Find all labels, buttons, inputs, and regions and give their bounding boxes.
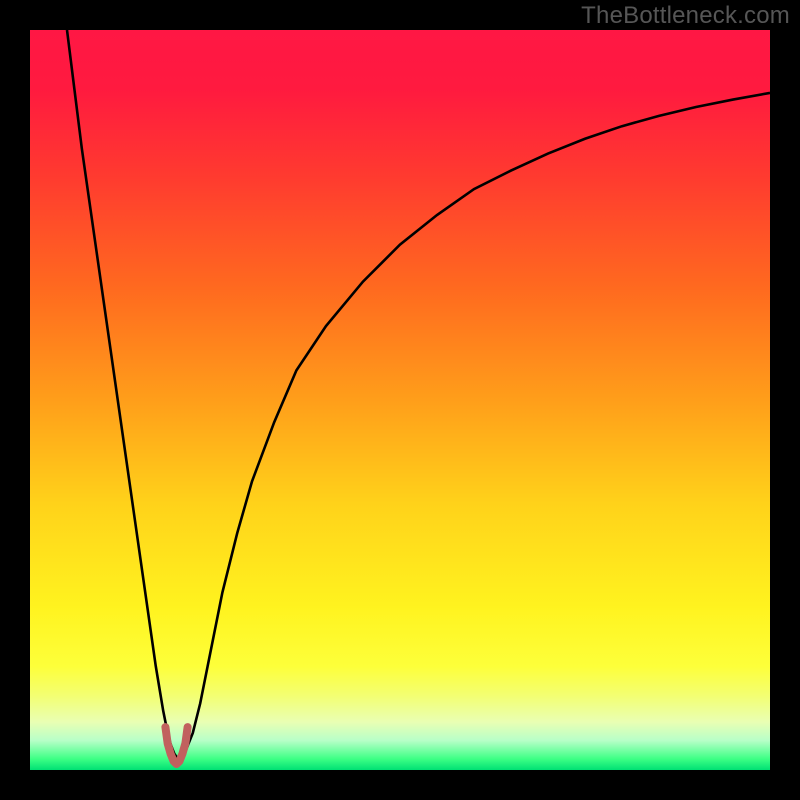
chart-frame: TheBottleneck.com — [0, 0, 800, 800]
attribution-label: TheBottleneck.com — [581, 2, 790, 30]
bottleneck-chart — [30, 30, 770, 770]
gradient-background — [30, 30, 770, 770]
plot-area — [30, 30, 770, 770]
